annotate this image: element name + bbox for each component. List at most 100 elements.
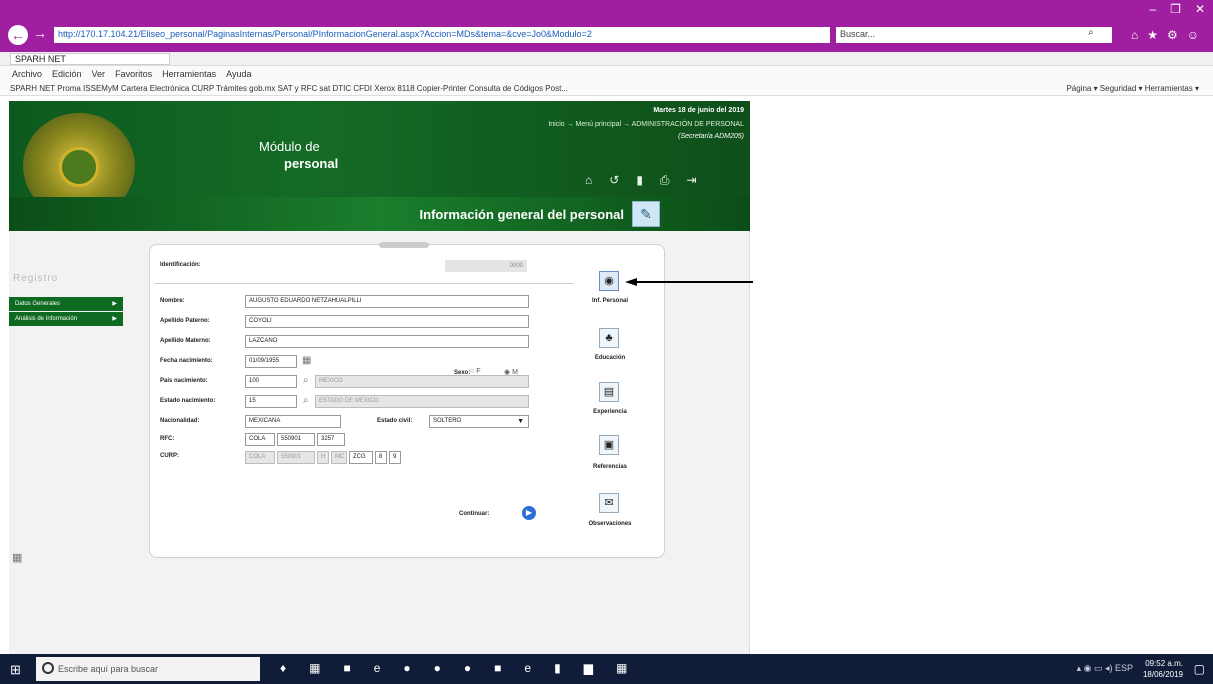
search-icon[interactable]: ⌕ bbox=[303, 395, 309, 406]
chevron-right-icon: ▶ bbox=[112, 316, 117, 322]
amaterno-field[interactable]: LAZCANO bbox=[245, 335, 529, 348]
page-title: Información general del personal bbox=[419, 207, 624, 222]
address-bar[interactable]: http://170.17.104.21/Eliseo_personal/Pag… bbox=[54, 27, 830, 43]
curp-label: CURP: bbox=[160, 453, 179, 459]
experience-icon[interactable]: ▤ bbox=[599, 382, 619, 402]
form-document-icon: ✎ bbox=[632, 201, 660, 227]
pais-label: País nacimiento: bbox=[160, 378, 208, 384]
edge-icon[interactable]: e bbox=[374, 661, 381, 675]
files-icon[interactable]: ▮ bbox=[554, 661, 561, 675]
calendar-icon[interactable]: ▦ bbox=[302, 355, 311, 366]
nacionalidad-field[interactable]: MEXICANA bbox=[245, 415, 341, 428]
chevron-right-icon: ▶ bbox=[112, 301, 117, 307]
estado-name-field: ESTADO DE MEXICO bbox=[315, 395, 529, 408]
curp-part-1: COLA bbox=[245, 451, 275, 464]
mail-icon[interactable]: ■ bbox=[494, 661, 501, 675]
side-label-experiencia: Experiencia bbox=[593, 409, 627, 415]
back-icon[interactable]: ↺ bbox=[609, 173, 619, 188]
firefox-icon[interactable]: ● bbox=[464, 661, 471, 675]
personal-info-icon[interactable]: ◉ bbox=[599, 271, 619, 291]
smiley-icon[interactable]: ☺ bbox=[1187, 28, 1199, 42]
estado-code-field[interactable]: 15 bbox=[245, 395, 297, 408]
apaterno-field[interactable]: COYOLI bbox=[245, 315, 529, 328]
panel-tab-handle bbox=[379, 242, 429, 248]
ie-icon[interactable]: e bbox=[524, 661, 531, 675]
task-view-icon[interactable]: ▦ bbox=[309, 661, 320, 675]
sidebar-item-datos-generales[interactable]: Datos Generales ▶ bbox=[9, 297, 123, 311]
taskbar-clock[interactable]: 09:52 a.m. 18/06/2019 bbox=[1143, 658, 1183, 680]
print-icon[interactable]: ⎙ bbox=[660, 173, 670, 188]
favorites-bar: SPARH NET Proma ISSEMyM Cartera Electrón… bbox=[0, 82, 1213, 96]
rfc-label: RFC: bbox=[160, 436, 175, 442]
app-icon[interactable]: ● bbox=[434, 661, 441, 675]
pais-code-field[interactable]: 100 bbox=[245, 375, 297, 388]
sidebar-title: Registro bbox=[13, 273, 59, 284]
curp-part-6[interactable]: 8 bbox=[375, 451, 387, 464]
windows-start-icon[interactable]: ⊞ bbox=[10, 662, 21, 678]
clock-time: 09:52 a.m. bbox=[1145, 659, 1183, 668]
calculator-icon[interactable]: ▦ bbox=[616, 661, 627, 675]
curp-part-7[interactable]: 9 bbox=[389, 451, 401, 464]
calendar-icon[interactable]: ▦ bbox=[12, 551, 22, 564]
taskbar-search-input[interactable]: Escribe aquí para buscar bbox=[36, 657, 260, 681]
continue-label: Continuar: bbox=[459, 511, 490, 517]
references-icon[interactable]: ▣ bbox=[599, 435, 619, 455]
menu-ayuda[interactable]: Ayuda bbox=[226, 66, 251, 82]
sidebar-item-analisis[interactable]: Análisis de Información ▶ bbox=[9, 312, 123, 326]
rfc-part-1[interactable]: COLA bbox=[245, 433, 275, 446]
sexo-f-radio[interactable]: ○ F bbox=[470, 368, 480, 375]
header-date: Martes 18 de junio del 2019 bbox=[653, 107, 744, 114]
annotation-arrow-icon bbox=[625, 278, 753, 286]
search-icon[interactable]: ⌕ bbox=[303, 375, 309, 386]
back-arrow-icon[interactable]: ← bbox=[8, 25, 28, 45]
system-tray[interactable]: ▴ ◉ ▭ ◂) ESP bbox=[1077, 663, 1133, 674]
nombre-field[interactable]: AUGUSTO EDUARDO NETZAHUALPILLI bbox=[245, 295, 529, 308]
apaterno-label: Apellido Paterno: bbox=[160, 318, 210, 324]
fnac-label: Fecha nacimiento: bbox=[160, 358, 213, 364]
nombre-label: Nombre: bbox=[160, 298, 185, 304]
observations-icon[interactable]: ✉ bbox=[599, 493, 619, 513]
civil-label: Estado civil: bbox=[377, 418, 413, 424]
rfc-part-2[interactable]: 550901 bbox=[277, 433, 315, 446]
close-icon[interactable]: ✕ bbox=[1195, 2, 1205, 16]
fnac-field[interactable]: 01/09/1955 bbox=[245, 355, 297, 368]
document-icon[interactable]: ▮ bbox=[636, 173, 643, 188]
web-page: Módulo de personal Martes 18 de junio de… bbox=[0, 96, 1213, 674]
rfc-part-3[interactable]: 3257 bbox=[317, 433, 345, 446]
app-frame: Módulo de personal Martes 18 de junio de… bbox=[9, 101, 750, 674]
breadcrumb[interactable]: Inicio → Menú principal → ADMINISTRACIÓN… bbox=[548, 121, 744, 128]
divider bbox=[154, 283, 574, 284]
language-indicator[interactable]: ESP bbox=[1115, 663, 1133, 673]
home-icon[interactable]: ⌂ bbox=[585, 173, 592, 188]
menu-favoritos[interactable]: Favoritos bbox=[115, 66, 152, 82]
menu-edicion[interactable]: Edición bbox=[52, 66, 82, 82]
favorites-star-icon[interactable]: ★ bbox=[1147, 28, 1158, 42]
search-icon[interactable]: ⌕ bbox=[1088, 27, 1094, 38]
menu-archivo[interactable]: Archivo bbox=[12, 66, 42, 82]
chart-app-icon[interactable]: ▆ bbox=[584, 661, 593, 675]
forward-arrow-icon[interactable]: → bbox=[33, 25, 47, 41]
favorites-links[interactable]: SPARH NET Proma ISSEMyM Cartera Electrón… bbox=[10, 84, 568, 93]
continue-button[interactable]: ▶ bbox=[522, 506, 536, 520]
curp-part-5[interactable]: ZCG bbox=[349, 451, 373, 464]
menu-herramientas[interactable]: Herramientas bbox=[162, 66, 216, 82]
sidebar-item-label: Análisis de Información bbox=[15, 316, 78, 322]
curp-part-2: 550901 bbox=[277, 451, 315, 464]
side-label-referencias: Referencias bbox=[592, 464, 628, 470]
command-bar-tools[interactable]: Página ▾ Seguridad ▾ Herramientas ▾ bbox=[1066, 82, 1199, 95]
browser-tab[interactable]: SPARH NET bbox=[10, 53, 170, 65]
minimize-icon[interactable]: – bbox=[1149, 2, 1156, 16]
home-icon[interactable]: ⌂ bbox=[1131, 28, 1138, 42]
exit-icon[interactable]: ⇥ bbox=[687, 173, 697, 188]
education-icon[interactable]: ♣ bbox=[599, 328, 619, 348]
browser-search-input[interactable]: Buscar... bbox=[836, 27, 1112, 43]
civil-select[interactable]: SOLTERO ▼ bbox=[429, 415, 529, 428]
logo-emblem bbox=[59, 147, 99, 187]
microphone-icon[interactable]: ♦ bbox=[280, 661, 286, 675]
restore-icon[interactable]: ❐ bbox=[1170, 2, 1181, 16]
notification-icon[interactable]: ▢ bbox=[1194, 662, 1205, 676]
settings-gear-icon[interactable]: ⚙ bbox=[1167, 28, 1178, 42]
store-icon[interactable]: ■ bbox=[343, 661, 350, 675]
chrome-icon[interactable]: ● bbox=[403, 661, 410, 675]
menu-ver[interactable]: Ver bbox=[92, 66, 106, 82]
